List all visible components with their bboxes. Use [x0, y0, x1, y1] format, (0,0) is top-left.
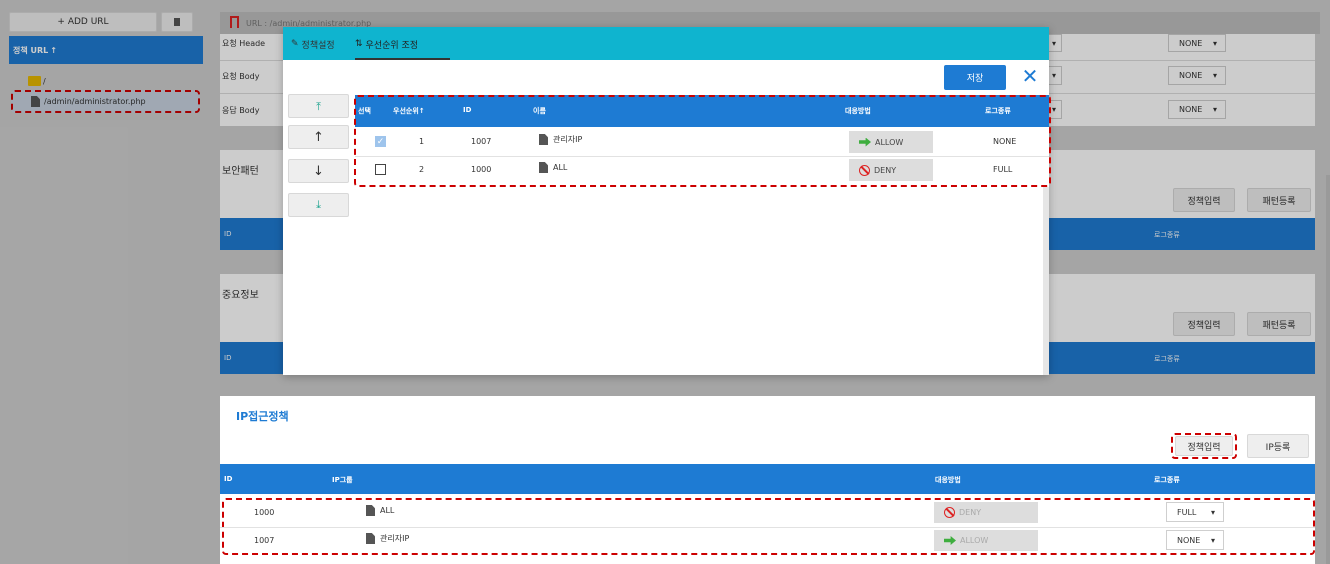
chevron-down-icon: ▾	[1210, 507, 1215, 517]
priority-modal: ✎ 정책설정 ⇅ 우선순위 조정 저장 ✕ ⤒ ↑ ↓ ⤓ 선택 우선순위↑ ID …	[283, 27, 1051, 375]
tab-policy-settings[interactable]: ✎ 정책설정	[291, 36, 335, 52]
close-icon[interactable]: ✕	[1020, 65, 1040, 87]
move-down-button[interactable]: ↓	[288, 159, 349, 183]
log-select[interactable]: FULL ▾	[1166, 502, 1224, 522]
save-button[interactable]: 저장	[944, 65, 1006, 90]
tab-priority[interactable]: ⇅ 우선순위 조정	[355, 36, 418, 52]
chevron-down-icon: ▾	[1210, 535, 1215, 545]
move-up-icon: ↑	[313, 129, 324, 145]
modal-tab-bar: ✎ 정책설정 ⇅ 우선순위 조정	[283, 27, 1049, 60]
priority-table-highlight	[354, 95, 1051, 187]
ip-register-button[interactable]: IP등록	[1247, 434, 1309, 458]
move-top-icon: ⤒	[316, 99, 321, 113]
move-up-button[interactable]: ↑	[288, 125, 349, 149]
file-icon	[366, 505, 375, 516]
ip-section-title: IP접근정책	[236, 410, 289, 423]
deny-icon	[944, 507, 955, 518]
move-bottom-button[interactable]: ⤓	[288, 193, 349, 217]
table-row[interactable]: 1000 ALL DENY FULL ▾	[220, 500, 1315, 527]
deny-badge: DENY	[934, 502, 1038, 523]
move-down-icon: ↓	[313, 163, 324, 179]
file-icon	[366, 533, 375, 544]
move-bottom-icon: ⤓	[316, 198, 321, 211]
active-tab-indicator	[355, 58, 450, 60]
arrow-right-icon	[944, 536, 956, 545]
move-top-button[interactable]: ⤒	[288, 94, 349, 118]
log-select[interactable]: NONE ▾	[1166, 530, 1224, 550]
ip-access-card: IP접근정책 정책입력 IP등록 ID IP그룹 대응방법 로그종류 1000 …	[220, 396, 1315, 564]
table-row[interactable]: 1007 관리자IP ALLOW NONE ▾	[220, 528, 1315, 555]
ip-policy-input-button[interactable]: 정책입력	[1175, 436, 1233, 456]
allow-badge: ALLOW	[934, 530, 1038, 551]
page-scrollbar[interactable]	[1326, 175, 1330, 564]
pencil-icon: ✎	[291, 39, 299, 49]
modal-scrollbar[interactable]	[1043, 187, 1049, 375]
sort-arrows-icon: ⇅	[355, 39, 363, 49]
ip-table-header: ID IP그룹 대응방법 로그종류	[220, 464, 1315, 494]
